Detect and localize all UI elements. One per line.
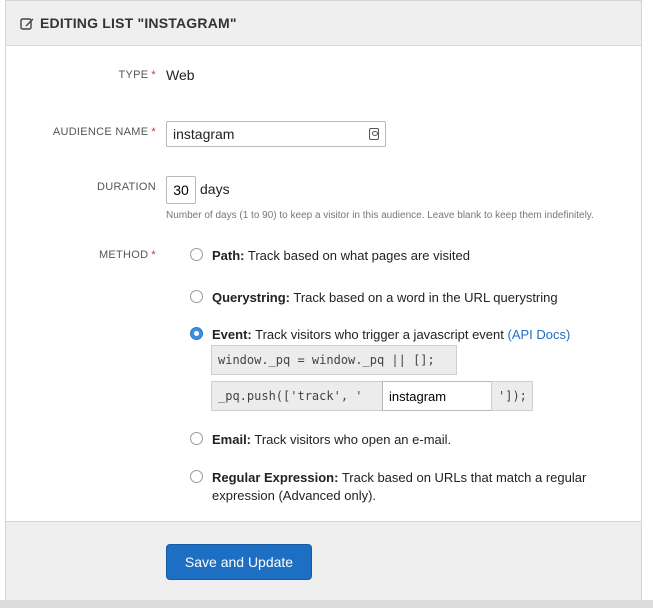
edit-icon (20, 18, 34, 30)
radio-email[interactable] (190, 432, 203, 445)
radio-querystring[interactable] (190, 290, 203, 303)
type-label: TYPE * (118, 69, 156, 81)
api-docs-link[interactable]: (API Docs) (508, 327, 571, 342)
event-name-input[interactable] (382, 381, 492, 411)
audience-name-input[interactable] (166, 121, 386, 147)
method-option-querystring[interactable]: Querystring: Track based on a word in th… (190, 289, 558, 307)
type-value: Web (166, 67, 195, 83)
duration-label: DURATION (96, 181, 156, 193)
edit-list-panel: EDITING LIST "INSTAGRAM" TYPE * Web AUDIE… (5, 0, 642, 601)
event-code-prefix: _pq.push(['track', ' (211, 381, 383, 411)
save-update-button[interactable]: Save and Update (166, 544, 312, 580)
method-label: METHOD * (98, 249, 156, 261)
duration-input[interactable] (166, 176, 196, 204)
duration-unit: days (200, 181, 230, 197)
panel-header: EDITING LIST "INSTAGRAM" (6, 1, 641, 46)
page-title: EDITING LIST "INSTAGRAM" (40, 15, 237, 31)
radio-path[interactable] (190, 248, 203, 261)
form-footer: Save and Update (6, 521, 641, 601)
method-option-event[interactable]: Event: Track visitors who trigger a java… (190, 326, 570, 344)
event-code-suffix: ']); (491, 381, 533, 411)
method-option-regex[interactable]: Regular Expression: Track based on URLs … (190, 469, 600, 505)
radio-event[interactable] (190, 327, 203, 340)
method-option-path[interactable]: Path: Track based on what pages are visi… (190, 247, 470, 265)
radio-regex[interactable] (190, 470, 203, 483)
event-code-line1: window._pq = window._pq || []; (211, 345, 457, 375)
method-option-email[interactable]: Email: Track visitors who open an e-mail… (190, 431, 451, 449)
duration-help: Number of days (1 to 90) to keep a visit… (166, 210, 594, 221)
contact-card-icon[interactable] (369, 128, 379, 140)
audience-name-label: AUDIENCE NAME * (52, 126, 156, 138)
bottom-divider (0, 600, 653, 608)
